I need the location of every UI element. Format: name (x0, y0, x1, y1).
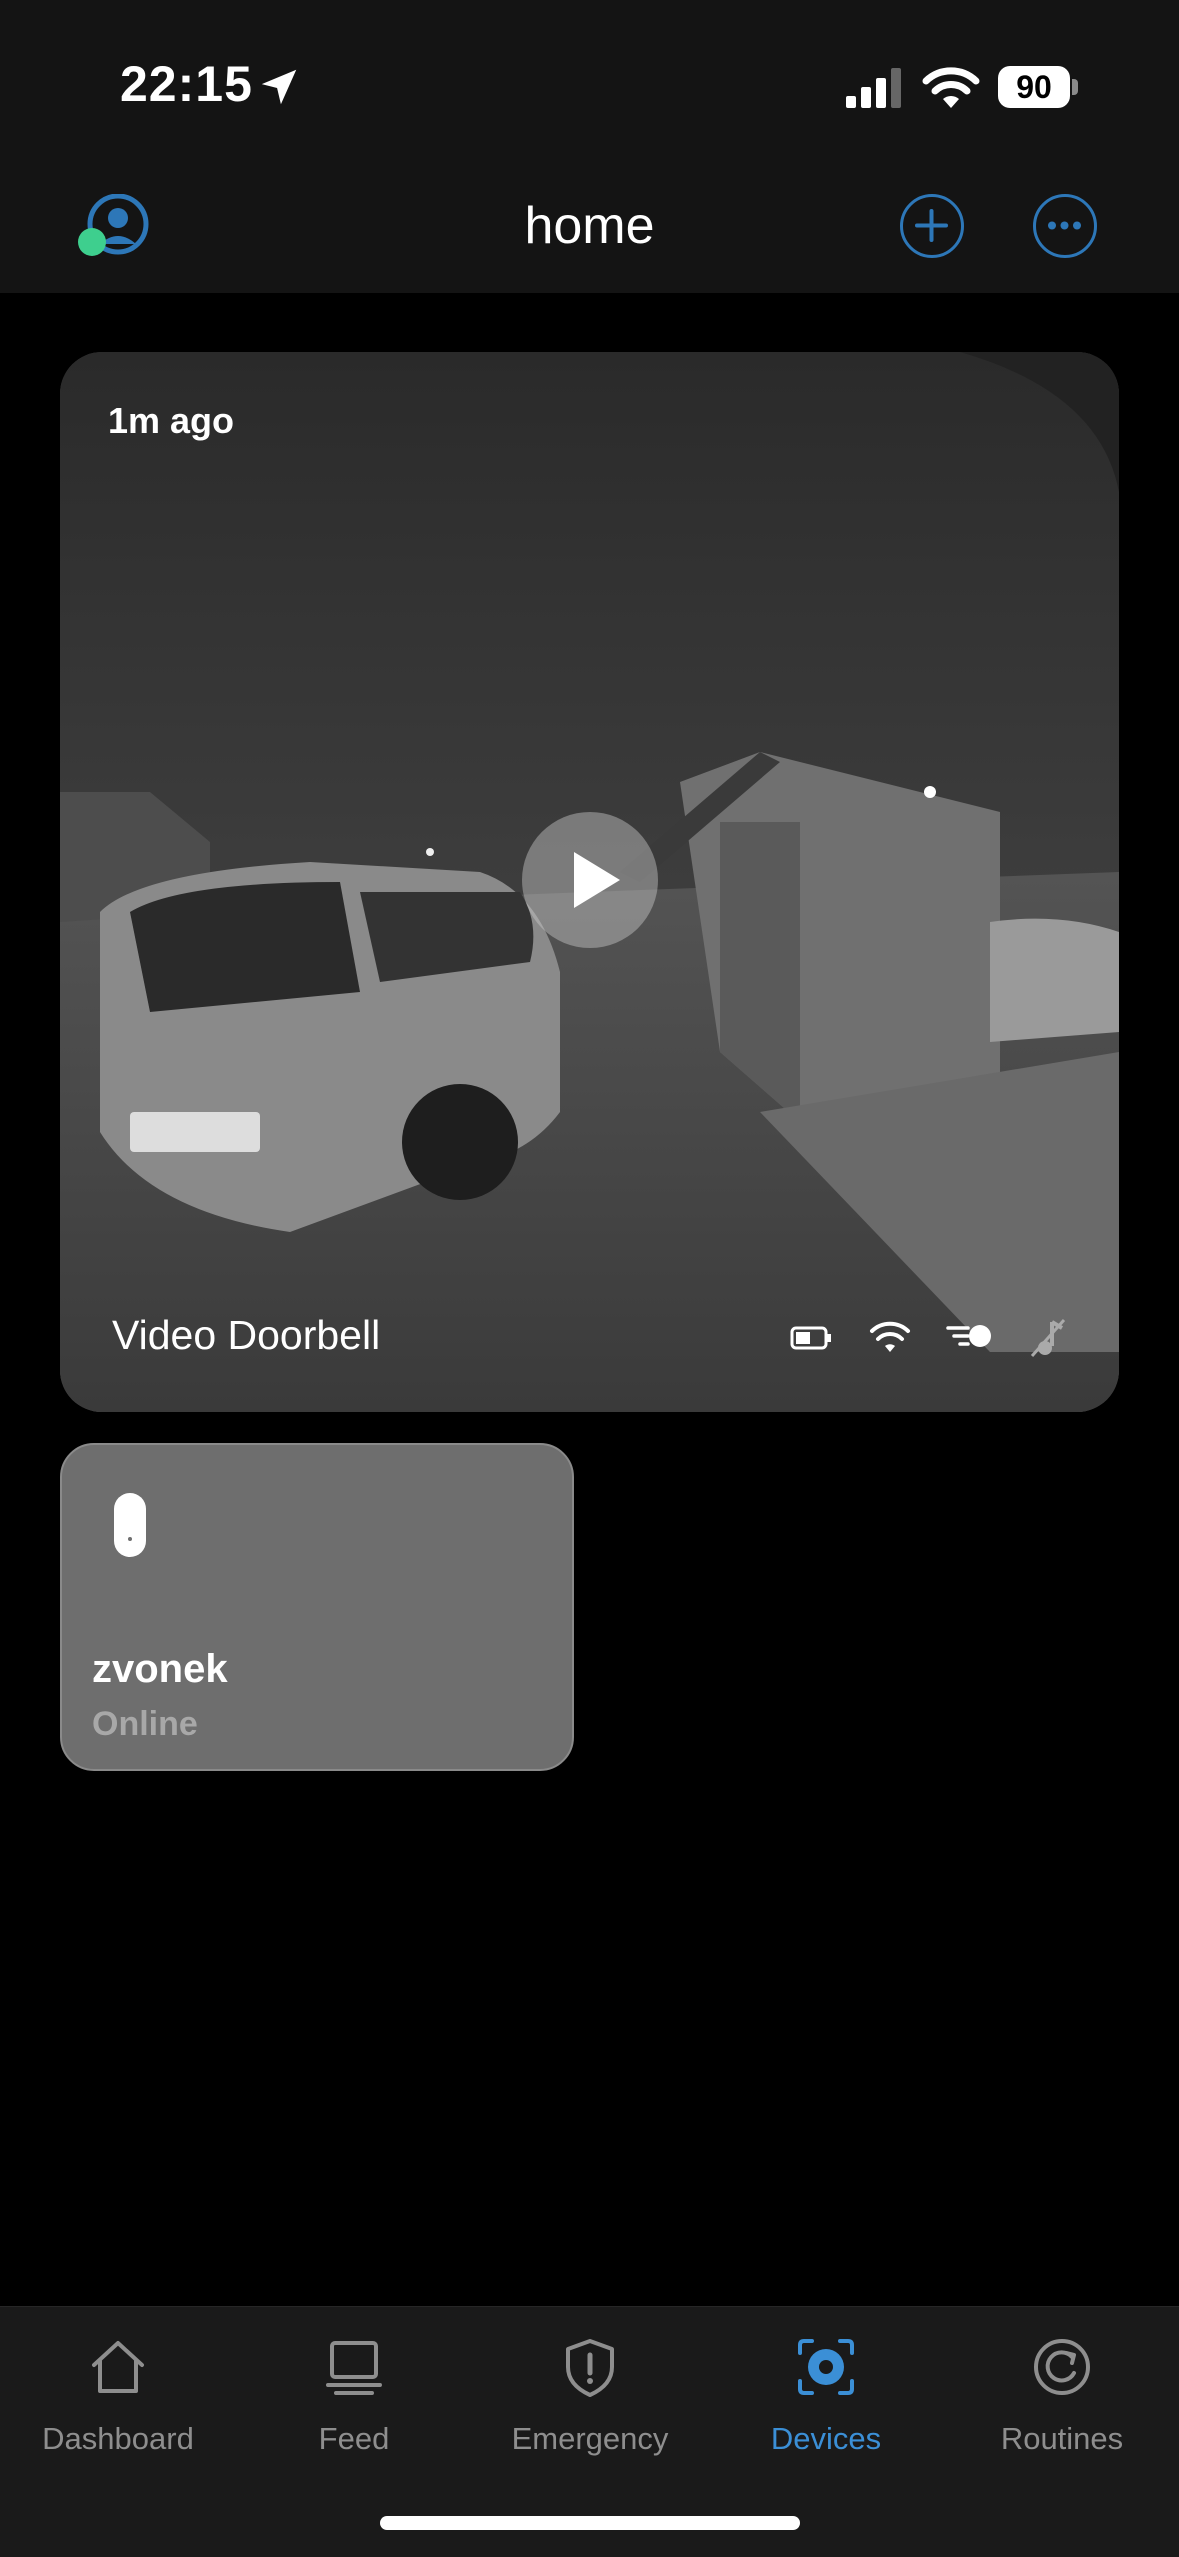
home-indicator[interactable] (380, 2516, 800, 2530)
camera-devices-icon (798, 2339, 854, 2395)
battery-status-icon (790, 1316, 834, 1365)
wifi-icon (922, 67, 980, 108)
shield-alert-icon (566, 2339, 614, 2397)
ellipsis-icon (1048, 221, 1081, 230)
chime-muted-icon (1026, 1316, 1070, 1365)
tab-label: Feed (318, 2421, 390, 2456)
camera-preview-card[interactable]: 1m ago Video Doorbell (60, 352, 1119, 1412)
camera-name: Video Doorbell (112, 1312, 381, 1358)
battery-cap (1072, 79, 1078, 95)
page-title: home (524, 197, 655, 255)
snapshot-time-label: 1m ago (108, 400, 235, 441)
battery-level: 90 (998, 66, 1070, 108)
device-name: zvonek (92, 1647, 228, 1691)
tab-routines[interactable]: Routines (944, 2321, 1179, 2471)
status-time: 22:15 (120, 56, 253, 112)
tab-devices[interactable]: Devices (708, 2321, 944, 2471)
tab-label: Dashboard (42, 2421, 194, 2456)
cellular-signal-icon (846, 68, 901, 108)
play-button[interactable] (522, 812, 658, 948)
house-icon (92, 2341, 144, 2393)
more-options-button[interactable] (1033, 194, 1097, 258)
device-tile-zvonek[interactable]: zvonek Online (60, 1443, 574, 1771)
tab-label: Devices (770, 2421, 882, 2456)
plus-icon (915, 209, 948, 242)
tab-feed[interactable]: Feed (236, 2321, 472, 2471)
tab-label: Routines (1000, 2421, 1124, 2456)
doorbell-icon (114, 1493, 146, 1557)
doorbell-button-dot (128, 1537, 132, 1541)
device-status: Online (92, 1705, 198, 1743)
tab-dashboard[interactable]: Dashboard (0, 2321, 236, 2471)
battery-indicator: 90 (998, 66, 1080, 110)
motion-sensor-icon (946, 1316, 994, 1365)
add-button[interactable] (900, 194, 964, 258)
wifi-status-icon (868, 1316, 912, 1365)
tab-label: Emergency (511, 2421, 669, 2456)
routine-cycle-icon (1034, 2339, 1090, 2395)
location-arrow-icon (261, 69, 297, 105)
tab-emergency[interactable]: Emergency (472, 2321, 708, 2471)
monitor-icon (326, 2341, 382, 2395)
play-icon (574, 852, 620, 908)
